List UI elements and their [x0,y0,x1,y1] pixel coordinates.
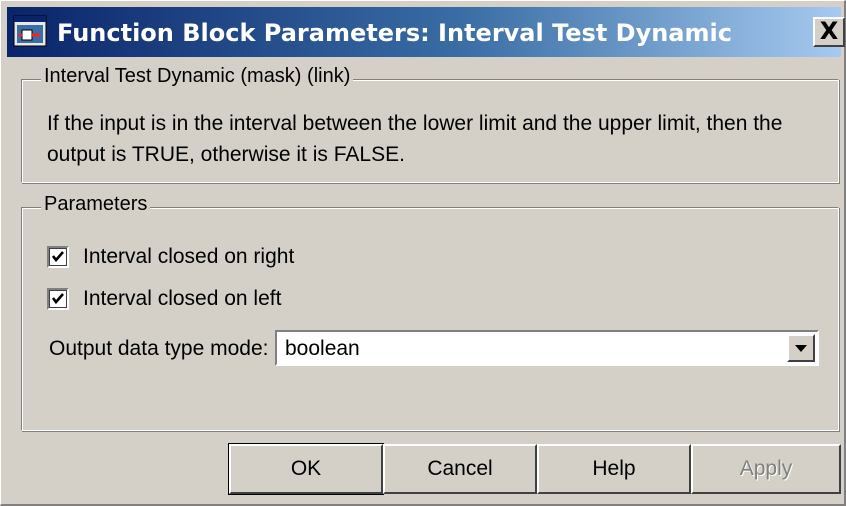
checkmark-icon [51,293,64,305]
close-button[interactable]: X [813,17,845,47]
output-mode-label: Output data type mode: [49,337,269,360]
mask-description: If the input is in the interval between … [47,108,827,170]
title-bar[interactable]: Function Block Parameters: Interval Test… [7,7,845,57]
apply-button[interactable]: Apply [691,444,841,494]
mask-group-legend: Interval Test Dynamic (mask) (link) [41,65,354,88]
cancel-button[interactable]: Cancel [383,444,537,494]
help-button[interactable]: Help [537,444,691,494]
checkmark-icon [51,251,64,263]
dialog-window: Function Block Parameters: Interval Test… [0,0,846,506]
interval-closed-right-label[interactable]: Interval closed on right [83,245,294,269]
close-icon: X [819,17,839,45]
output-mode-value: boolean [285,337,360,360]
ok-button[interactable]: OK [228,443,384,495]
simulink-block-icon[interactable] [13,15,47,47]
chevron-down-icon [795,345,807,352]
dropdown-button[interactable] [787,334,815,362]
parameters-group [21,207,839,431]
description-line-1: If the input is in the interval between … [47,112,783,135]
interval-closed-left-checkbox[interactable] [47,288,69,310]
description-line-2: output is TRUE, otherwise it is FALSE. [47,143,405,166]
interval-closed-right-checkbox[interactable] [47,246,69,268]
parameters-group-legend: Parameters [41,193,151,216]
interval-closed-left-label[interactable]: Interval closed on left [83,287,281,311]
output-mode-select[interactable]: boolean [275,330,819,366]
window-title: Function Block Parameters: Interval Test… [57,19,732,47]
